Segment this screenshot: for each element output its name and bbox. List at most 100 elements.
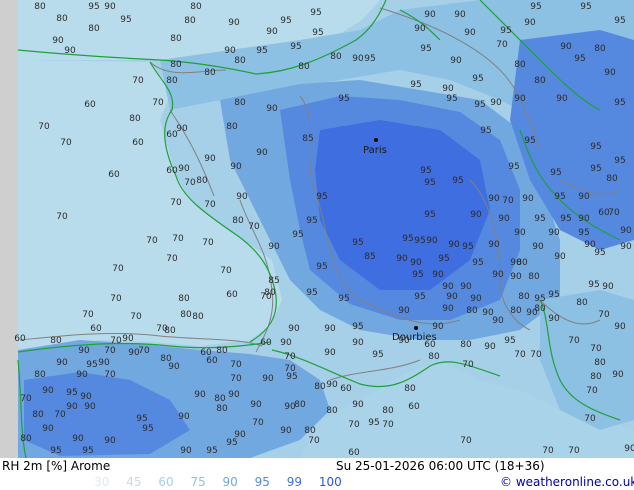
contour-value-label: 90: [66, 402, 78, 412]
contour-value-label: 70: [110, 294, 122, 304]
contour-value-label: 80: [314, 382, 326, 392]
outside-model-domain: [0, 0, 18, 458]
contour-value-label: 70: [462, 360, 474, 370]
contour-value-label: 70: [146, 236, 158, 246]
contour-value-label: 95: [368, 418, 379, 428]
contour-value-label: 80: [164, 326, 176, 336]
contour-value-label: 95: [424, 210, 435, 220]
contour-value-label: 80: [510, 306, 522, 316]
contour-value-label: 95: [338, 294, 349, 304]
contour-value-label: 95: [316, 192, 327, 202]
contour-value-label: 90: [396, 254, 408, 264]
legend-value: 100: [318, 475, 342, 489]
contour-value-label: 90: [256, 148, 268, 158]
contour-value-label: 95: [588, 280, 599, 290]
contour-value-label: 95: [306, 288, 317, 298]
contour-value-label: 90: [532, 242, 544, 252]
contour-value-label: 90: [548, 314, 560, 324]
contour-value-label: 90: [228, 18, 240, 28]
credit-link[interactable]: © weatheronline.co.uk: [500, 475, 634, 489]
contour-value-label: 70: [260, 292, 272, 302]
contour-value-label: 70: [104, 370, 116, 380]
contour-value-label: 90: [578, 214, 590, 224]
contour-value-label: 90: [280, 426, 292, 436]
contour-value-label: 80: [34, 2, 46, 12]
contour-value-label: 70: [382, 420, 394, 430]
contour-value-label: 80: [34, 370, 46, 380]
contour-value-label: 90: [194, 390, 206, 400]
contour-value-label: 70: [202, 238, 214, 248]
contour-value-label: 95: [480, 126, 491, 136]
contour-value-label: 95: [402, 234, 413, 244]
contour-value-label: 90: [228, 390, 240, 400]
contour-value-label: 80: [88, 24, 100, 34]
legend-value: 99: [286, 475, 303, 489]
contour-value-label: 90: [352, 54, 364, 64]
contour-value-label: 90: [104, 436, 116, 446]
model-name: Arome: [70, 459, 111, 473]
contour-value-label: 60: [348, 448, 360, 458]
contour-value-label: 80: [166, 76, 178, 86]
contour-value-label: 85: [268, 276, 279, 286]
contour-value-label: 80: [56, 14, 68, 24]
contour-value-label: 90: [524, 18, 536, 28]
contour-value-label: 90: [230, 162, 242, 172]
contour-value-label: 90: [612, 370, 624, 380]
contour-value-label: 95: [50, 446, 61, 456]
contour-value-label: 80: [606, 174, 618, 184]
contour-value-label: 60: [132, 138, 144, 148]
contour-value-label: 90: [352, 338, 364, 348]
city-dourbies-dot: [414, 326, 418, 330]
contour-value-label: 60: [260, 338, 272, 348]
valid-time: Su 25-01-2026 06:00 UTC (18+36): [336, 459, 545, 473]
contour-value-label: 70: [172, 234, 184, 244]
contour-value-label: 70: [56, 212, 68, 222]
contour-value-label: 95: [534, 214, 545, 224]
contour-value-label: 90: [280, 338, 292, 348]
contour-value-label: 60: [408, 402, 420, 412]
contour-value-label: 80: [192, 312, 204, 322]
contour-value-label: 95: [292, 230, 303, 240]
contour-value-label: 70: [608, 208, 620, 218]
contour-value-label: 95: [548, 290, 559, 300]
contour-value-label: 80: [514, 60, 526, 70]
contour-value-label: 70: [348, 420, 360, 430]
contour-value-label: 70: [60, 138, 72, 148]
contour-value-label: 70: [130, 312, 142, 322]
contour-value-label: 70: [252, 418, 264, 428]
contour-value-label: 90: [442, 282, 454, 292]
contour-value-label: 95: [590, 164, 601, 174]
contour-value-label: 90: [490, 98, 502, 108]
contour-value-label: 90: [492, 270, 504, 280]
contour-value-label: 90: [324, 348, 336, 358]
contour-value-label: 80: [590, 372, 602, 382]
contour-value-label: 90: [288, 324, 300, 334]
contour-value-label: 70: [104, 346, 116, 356]
contour-value-label: 95: [594, 248, 605, 258]
contour-value-label: 90: [104, 2, 116, 12]
contour-value-label: 95: [352, 322, 363, 332]
contour-value-label: 70: [230, 374, 242, 384]
contour-value-label: 95: [86, 360, 97, 370]
contour-value-label: 90: [488, 194, 500, 204]
contour-value-label: 80: [460, 340, 472, 350]
contour-value-label: 70: [460, 436, 472, 446]
contour-value-label: 90: [326, 380, 338, 390]
contour-value-label: 90: [426, 236, 438, 246]
contour-value-label: 70: [20, 394, 32, 404]
contour-value-label: 90: [442, 304, 454, 314]
contour-value-label: 90: [522, 194, 534, 204]
contour-value-label: 80: [516, 258, 528, 268]
contour-value-label: 80: [129, 114, 141, 124]
contour-value-label: 90: [224, 46, 236, 56]
contour-value-label: 70: [586, 386, 598, 396]
rh-map-canvas: 80 95 90 80 95 80 80 90 95 95 90 95 80 90 90 80 90 95 95 80…: [0, 0, 634, 458]
contour-value-label: 60: [84, 100, 96, 110]
contour-value-label: 95: [500, 26, 511, 36]
contour-value-label: 70: [112, 264, 124, 274]
contour-value-label: 95: [142, 424, 153, 434]
contour-value-label: 90: [556, 94, 568, 104]
contour-value-label: 90: [624, 444, 634, 454]
contour-value-label: 95: [420, 44, 431, 54]
contour-value-label: 95: [524, 136, 535, 146]
